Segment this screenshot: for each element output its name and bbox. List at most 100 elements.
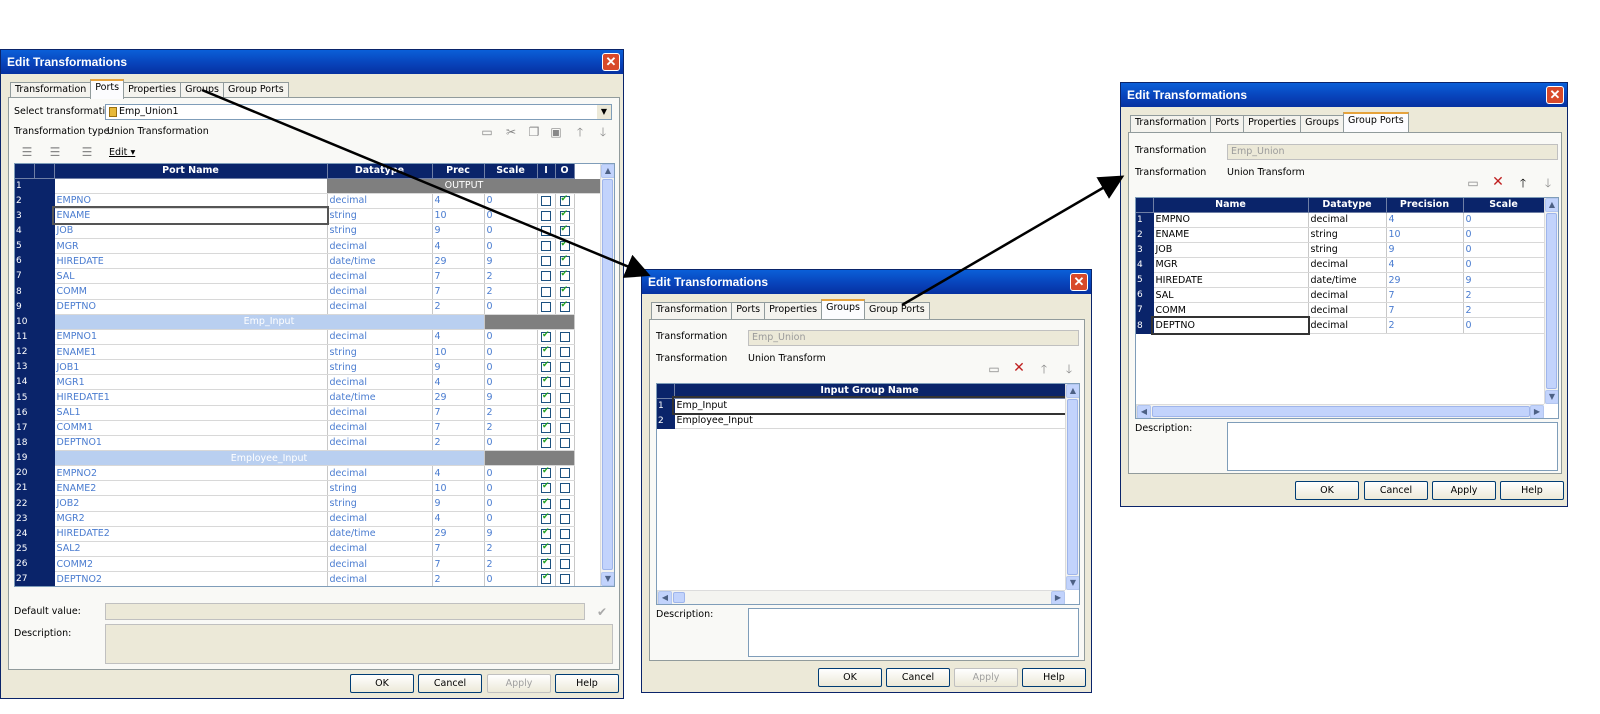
scroll-thumb[interactable] [673, 592, 685, 603]
title-bar[interactable]: Edit Transformations ✕ [642, 270, 1091, 294]
row-number[interactable]: 19 [15, 450, 35, 467]
scroll-thumb[interactable] [602, 179, 613, 570]
datatype-cell[interactable]: decimal [327, 511, 433, 527]
output-port-checkbox[interactable] [559, 224, 570, 236]
input-port-checkbox[interactable] [541, 195, 551, 206]
col-datatype[interactable]: Datatype [327, 164, 433, 179]
precision-cell[interactable]: 7 [1386, 302, 1464, 319]
cancel-button[interactable]: Cancel [418, 674, 482, 693]
row-selector[interactable] [34, 223, 55, 240]
row-number[interactable]: 12 [15, 344, 35, 361]
row-number[interactable]: 2 [1136, 227, 1154, 243]
datatype-cell[interactable]: decimal [327, 541, 433, 558]
port-row[interactable]: 12 ENAME1 string 10 0 [15, 344, 602, 361]
input-port-checkbox[interactable] [541, 210, 551, 221]
prec-cell[interactable]: 29 [432, 526, 485, 542]
output-group-name-cell[interactable] [54, 178, 327, 194]
scroll-down-icon[interactable]: ▼ [1066, 576, 1079, 590]
prec-cell[interactable]: 2 [432, 571, 485, 586]
tab-groups[interactable]: Groups [821, 299, 865, 319]
group-port-row[interactable]: 1 EMPNO decimal 4 0 [1136, 212, 1545, 228]
port-row[interactable]: 3 ENAME string 10 0 [15, 206, 602, 226]
port-name-cell[interactable]: DEPTNO [54, 299, 328, 315]
input-port-checkbox[interactable] [541, 225, 551, 236]
input-group-label[interactable]: Emp_Input [54, 314, 485, 330]
row-number[interactable]: 2 [15, 193, 35, 209]
port-row[interactable]: 4 JOB string 9 0 [15, 223, 602, 240]
properties-list-icon[interactable]: ☰ [79, 145, 95, 159]
output-port-checkbox[interactable] [559, 331, 570, 342]
output-port-checkbox[interactable] [559, 347, 570, 358]
row-selector[interactable] [34, 495, 55, 512]
scale-cell[interactable]: 0 [1463, 257, 1545, 274]
input-groups-grid[interactable]: Input Group Name 1 Emp_Input 2 Employee_Inp… [656, 383, 1080, 605]
scale-cell[interactable]: 0 [484, 329, 538, 346]
datatype-cell[interactable]: decimal [327, 193, 433, 209]
input-group-row[interactable]: 2 Employee_Input [657, 413, 1066, 429]
name-cell[interactable]: HIREDATE [1153, 272, 1309, 289]
port-name-cell[interactable]: JOB2 [54, 495, 328, 512]
input-port-checkbox[interactable] [541, 241, 551, 252]
input-port-checkbox[interactable] [541, 512, 551, 524]
scale-cell[interactable]: 0 [1463, 317, 1545, 334]
groups-horizontal-scrollbar[interactable]: ◀ ▶ [657, 590, 1065, 604]
datatype-cell[interactable]: decimal [327, 299, 433, 315]
name-cell[interactable]: ENAME [1153, 227, 1309, 243]
close-icon[interactable]: ✕ [1070, 273, 1088, 291]
move-up-icon[interactable]: 🡑 [1036, 362, 1052, 376]
precision-cell[interactable]: 29 [1386, 272, 1464, 289]
chevron-down-icon[interactable]: ▼ [597, 105, 611, 119]
datatype-cell[interactable]: decimal [327, 329, 433, 346]
precision-cell[interactable]: 10 [1386, 227, 1464, 243]
apply-button[interactable]: Apply [1432, 481, 1496, 500]
input-port-checkbox[interactable] [541, 301, 551, 312]
input-port-checkbox[interactable] [541, 391, 551, 403]
description-field[interactable] [748, 608, 1079, 657]
port-row[interactable]: 7 SAL decimal 7 2 [15, 268, 602, 285]
tab-transformation[interactable]: Transformation [651, 302, 733, 319]
description-field[interactable] [105, 624, 613, 664]
row-selector[interactable] [34, 238, 55, 255]
port-name-cell[interactable]: HIREDATE [54, 253, 328, 270]
tab-group-ports[interactable]: Group Ports [1342, 112, 1409, 132]
prec-cell[interactable]: 29 [432, 389, 485, 406]
scroll-right-icon[interactable]: ▶ [1530, 405, 1544, 418]
input-port-checkbox[interactable] [541, 406, 551, 418]
scroll-right-icon[interactable]: ▶ [1051, 591, 1065, 604]
input-port-checkbox[interactable] [541, 375, 551, 388]
name-cell[interactable]: COMM [1153, 302, 1309, 319]
scale-cell[interactable]: 0 [484, 374, 538, 391]
output-port-checkbox[interactable] [559, 468, 570, 479]
prec-cell[interactable]: 9 [432, 495, 485, 512]
cut-icon[interactable]: ✂ [503, 125, 519, 139]
scale-cell[interactable]: 0 [484, 435, 538, 452]
datatype-cell[interactable]: decimal [327, 238, 433, 255]
output-port-checkbox[interactable] [559, 194, 570, 206]
move-up-icon[interactable]: 🡑 [1515, 176, 1531, 190]
port-row[interactable]: 20 EMPNO2 decimal 4 0 [15, 465, 602, 482]
output-port-checkbox[interactable] [559, 543, 570, 554]
row-number[interactable]: 8 [1136, 317, 1154, 334]
input-port-checkbox[interactable] [541, 481, 551, 494]
scroll-left-icon[interactable]: ◀ [1137, 405, 1151, 418]
scale-cell[interactable]: 0 [484, 208, 538, 224]
output-port-checkbox[interactable] [559, 239, 570, 252]
scroll-down-icon[interactable]: ▼ [601, 572, 614, 586]
port-row[interactable]: 10 Emp_Input [15, 314, 602, 330]
datatype-cell[interactable]: date/time [327, 389, 433, 406]
output-port-checkbox[interactable] [559, 392, 570, 403]
row-number[interactable]: 9 [15, 299, 35, 315]
port-row[interactable]: 13 JOB1 string 9 0 [15, 359, 602, 376]
output-port-checkbox[interactable] [559, 269, 570, 282]
edit-menu[interactable]: Edit ▾ [109, 147, 135, 158]
move-down-icon[interactable]: 🡓 [1061, 362, 1077, 376]
prec-cell[interactable]: 9 [432, 223, 485, 240]
datatype-cell[interactable]: decimal [1308, 317, 1387, 334]
name-cell[interactable]: SAL [1153, 287, 1309, 304]
input-port-checkbox[interactable] [541, 271, 551, 282]
datatype-cell[interactable]: decimal [327, 571, 433, 586]
datatype-cell[interactable]: string [327, 480, 433, 497]
port-name-cell[interactable]: EMPNO2 [54, 465, 328, 482]
prec-cell[interactable]: 7 [432, 556, 485, 573]
scale-cell[interactable]: 0 [484, 223, 538, 240]
